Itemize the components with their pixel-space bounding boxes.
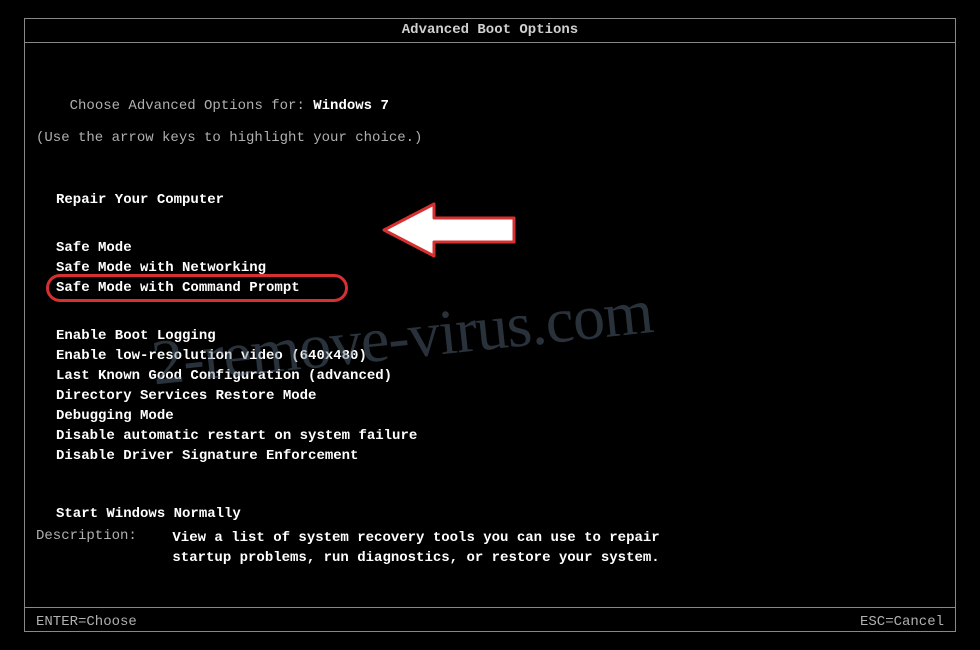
option-safe-mode-networking[interactable]: Safe Mode with Networking [56, 258, 266, 278]
option-ds-restore[interactable]: Directory Services Restore Mode [56, 386, 316, 406]
title-divider [24, 42, 956, 43]
page-title: Advanced Boot Options [0, 22, 980, 38]
description-label: Description: [36, 528, 164, 544]
footer-esc-hint: ESC=Cancel [860, 614, 944, 630]
option-safe-mode[interactable]: Safe Mode [56, 238, 132, 258]
description-text: View a list of system recovery tools you… [172, 528, 712, 568]
option-boot-logging[interactable]: Enable Boot Logging [56, 326, 216, 346]
option-safe-mode-command-prompt[interactable]: Safe Mode with Command Prompt [56, 278, 300, 298]
footer-divider [24, 607, 956, 608]
description-block: Description: View a list of system recov… [36, 528, 712, 568]
option-start-normally[interactable]: Start Windows Normally [56, 504, 241, 524]
footer-enter-hint: ENTER=Choose [36, 614, 137, 630]
os-name: Windows 7 [313, 98, 389, 114]
option-debugging[interactable]: Debugging Mode [56, 406, 174, 426]
option-disable-driver-sig[interactable]: Disable Driver Signature Enforcement [56, 446, 358, 466]
intro-prefix: Choose Advanced Options for: [70, 98, 314, 114]
option-low-resolution[interactable]: Enable low-resolution video (640x480) [56, 346, 367, 366]
content-area: Choose Advanced Options for: Windows 7 (… [36, 82, 422, 524]
option-disable-auto-restart[interactable]: Disable automatic restart on system fail… [56, 426, 417, 446]
option-repair[interactable]: Repair Your Computer [56, 190, 224, 210]
option-last-known-good[interactable]: Last Known Good Configuration (advanced) [56, 366, 392, 386]
intro-hint: (Use the arrow keys to highlight your ch… [36, 130, 422, 146]
